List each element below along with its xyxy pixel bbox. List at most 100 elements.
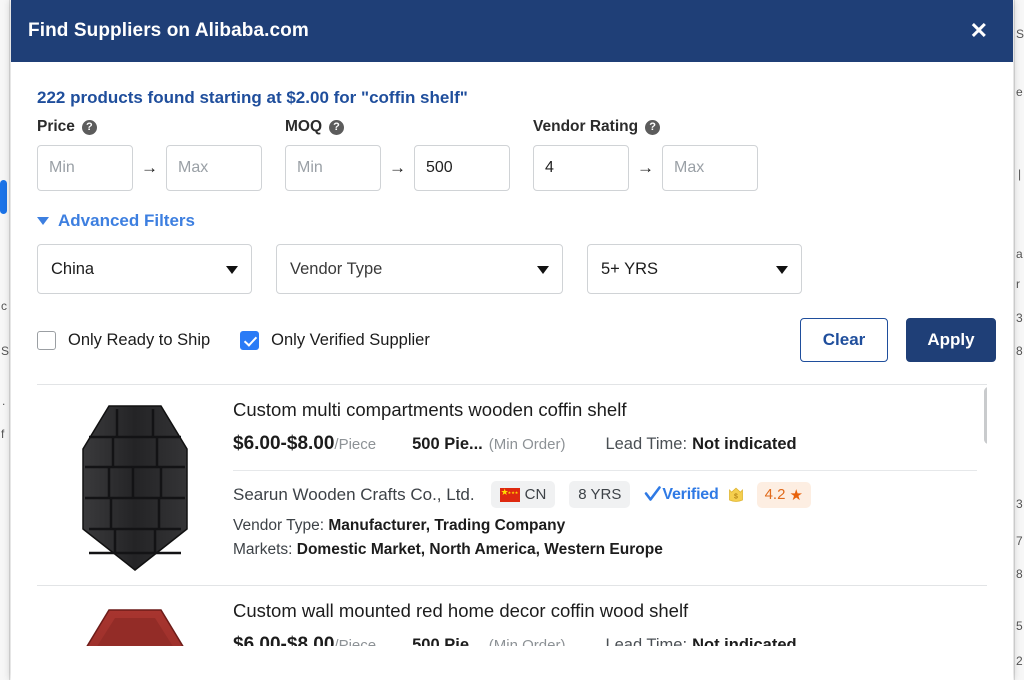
vendor-name[interactable]: Searun Wooden Crafts Co., Ltd.: [233, 485, 475, 505]
help-icon[interactable]: ?: [329, 119, 345, 135]
moq-label-text: MOQ: [285, 118, 323, 135]
background-text-fragment: |: [1018, 167, 1022, 181]
background-text-fragment: S: [1016, 27, 1024, 41]
range-arrow-icon: →: [637, 158, 654, 177]
product-lead-time-label: Lead Time:: [605, 636, 688, 646]
page-root: c S . f S e | a r 3 8 3 7 8 5 2 Find Sup…: [0, 0, 1024, 680]
results-summary: 222 products found starting at $2.00 for…: [37, 88, 468, 107]
product-price: $6.00-$8.00: [233, 433, 335, 455]
years-chip: 8 YRS: [569, 481, 631, 509]
checkbox-verified-supplier[interactable]: Only Verified Supplier: [240, 330, 430, 350]
background-text-fragment: r: [1016, 277, 1020, 291]
product-row[interactable]: Custom wall mounted red home decor coffi…: [37, 586, 987, 646]
vendor-type-select-value: Vendor Type: [276, 244, 563, 294]
checkbox-box-icon: [37, 330, 56, 350]
product-moq: 500 Pie...: [412, 636, 483, 646]
background-text-fragment: 2: [1016, 654, 1023, 668]
background-text-fragment: f: [1, 427, 5, 441]
check-icon: [645, 486, 662, 502]
background-text-fragment: .: [2, 394, 6, 408]
product-lead-time-label: Lead Time:: [605, 435, 688, 454]
product-lead-time-value: Not indicated: [692, 636, 797, 646]
checkbox-ready-to-ship[interactable]: Only Ready to Ship: [37, 330, 211, 350]
moq-label: MOQ ?: [285, 118, 533, 136]
country-chip: CN: [490, 481, 556, 509]
product-price-unit: /Piece: [334, 637, 377, 646]
country-select[interactable]: China: [37, 244, 252, 294]
price-label-text: Price: [37, 118, 75, 135]
vendor-rating-label-text: Vendor Rating: [533, 118, 639, 135]
price-range-row: →: [37, 145, 285, 191]
product-title[interactable]: Custom multi compartments wooden coffin …: [233, 399, 977, 420]
divider: [233, 470, 977, 472]
background-text-fragment: 3: [1016, 497, 1023, 511]
vendor-rating-label: Vendor Rating ?: [533, 118, 781, 136]
product-thumbnail-cell[interactable]: [37, 600, 233, 646]
vendor-rating-min-input[interactable]: [533, 145, 629, 191]
background-text-fragment: a: [1016, 247, 1023, 261]
product-title[interactable]: Custom wall mounted red home decor coffi…: [233, 600, 977, 621]
vendor-rating-max-input[interactable]: [662, 145, 758, 191]
background-page-right-sliver: S e | a r 3 8 3 7 8 5 2: [1014, 0, 1024, 680]
help-icon[interactable]: ?: [81, 119, 97, 135]
results-scrollbar-thumb[interactable]: [984, 387, 987, 444]
product-image-coffin-shelf-black: [82, 405, 188, 571]
results-scrollbar[interactable]: [984, 387, 987, 645]
product-moq-note: (Min Order): [488, 436, 566, 454]
product-price-line: $6.00-$8.00 /Piece 500 Pie... (Min Order…: [233, 634, 977, 646]
background-text-fragment: 5: [1016, 619, 1023, 633]
filter-row: Price ? → MOQ ?: [28, 112, 996, 191]
product-lead-time-value: Not indicated: [692, 435, 797, 454]
price-min-input[interactable]: [37, 145, 133, 191]
modal-title: Find Suppliers on Alibaba.com: [28, 20, 309, 41]
background-page-left-sliver: c S . f: [0, 0, 10, 680]
product-thumbnail-cell[interactable]: [37, 399, 233, 573]
verified-label: Verified: [662, 485, 719, 503]
filter-group-moq: MOQ ? →: [285, 118, 533, 191]
background-text-fragment: 3: [1016, 311, 1023, 325]
range-arrow-icon: →: [141, 158, 158, 177]
price-max-input[interactable]: [166, 145, 262, 191]
checkbox-checked-icon: [240, 330, 260, 350]
moq-min-input[interactable]: [285, 145, 381, 191]
filter-group-price: Price ? →: [37, 118, 285, 191]
checkbox-ready-to-ship-label: Only Ready to Ship: [68, 330, 211, 349]
product-info-cell: Custom wall mounted red home decor coffi…: [233, 600, 987, 646]
star-icon: ★: [789, 486, 803, 504]
background-text-fragment: S: [1, 344, 10, 358]
svg-text:$: $: [734, 494, 738, 501]
years-select[interactable]: 5+ YRS: [587, 244, 802, 294]
close-icon[interactable]: ✕: [964, 16, 994, 46]
chevron-down-icon: [37, 217, 49, 225]
modal-header: Find Suppliers on Alibaba.com ✕: [11, 0, 1013, 62]
background-focus-ring: [0, 180, 7, 214]
background-text-fragment: 7: [1016, 534, 1023, 548]
background-text-fragment: e: [1016, 85, 1023, 99]
country-select-value: China: [37, 244, 252, 294]
vendor-type-value: Manufacturer, Trading Company: [328, 517, 566, 535]
background-text-fragment: 8: [1016, 567, 1023, 581]
vendor-type-select[interactable]: Vendor Type: [276, 244, 563, 294]
product-info-cell: Custom multi compartments wooden coffin …: [233, 399, 987, 573]
checkbox-verified-supplier-label: Only Verified Supplier: [271, 330, 430, 349]
rating-value: 4.2: [764, 486, 786, 504]
verified-badge: Verified: [644, 485, 719, 504]
product-price: $6.00-$8.00: [233, 634, 335, 646]
find-suppliers-modal: Find Suppliers on Alibaba.com ✕ 222 prod…: [11, 0, 1013, 680]
vendor-line: Searun Wooden Crafts Co., Ltd. CN 8 YRS: [233, 481, 977, 509]
apply-button[interactable]: Apply: [906, 318, 996, 362]
action-row: Only Ready to Ship Only Verified Supplie…: [28, 294, 996, 362]
product-image-coffin-shelf-red: [86, 609, 184, 646]
range-arrow-icon: →: [389, 158, 406, 177]
moq-max-input[interactable]: [414, 145, 510, 191]
china-flag-icon: [499, 485, 520, 502]
price-label: Price ?: [37, 118, 285, 136]
product-moq: 500 Pie...: [412, 435, 483, 454]
product-row[interactable]: Custom multi compartments wooden coffin …: [37, 385, 987, 586]
advanced-filters-toggle[interactable]: Advanced Filters: [28, 191, 195, 231]
clear-button[interactable]: Clear: [800, 318, 888, 362]
advanced-select-row: China Vendor Type 5+ YRS: [28, 231, 996, 294]
help-icon[interactable]: ?: [645, 119, 661, 135]
gold-supplier-crown-icon: $: [728, 487, 743, 503]
vendor-type-key: Vendor Type:: [233, 517, 325, 535]
